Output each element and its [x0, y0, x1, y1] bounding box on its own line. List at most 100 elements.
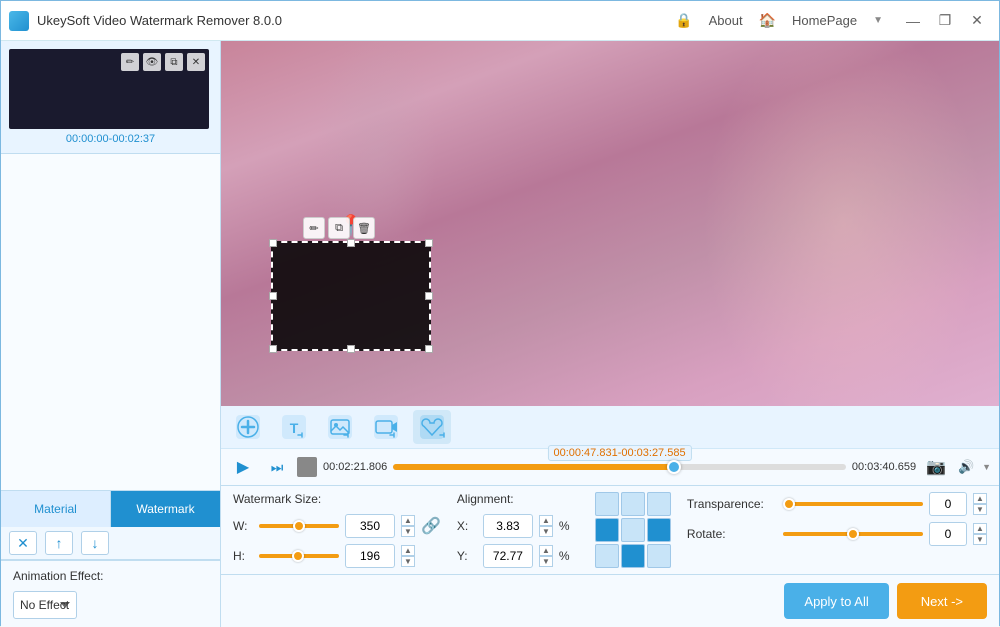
- transparency-slider[interactable]: [783, 502, 923, 506]
- y-row: Y: ▲ ▼ %: [457, 544, 579, 568]
- align-mid-left[interactable]: [595, 518, 619, 542]
- width-increment[interactable]: ▲: [401, 515, 415, 526]
- close-button[interactable]: ✕: [963, 9, 991, 33]
- right-area: 📍 ✏ ⧉ 🗑: [221, 41, 999, 627]
- list-controls: ✕ ↑ ↓: [1, 527, 220, 560]
- play-button[interactable]: ▶: [229, 453, 257, 481]
- add-text-button[interactable]: T: [275, 410, 313, 444]
- rotate-slider[interactable]: [783, 532, 923, 536]
- minimize-button[interactable]: —: [899, 9, 927, 33]
- material-tab[interactable]: Material: [1, 491, 111, 527]
- main-layout: ✏ 👁 ⧉ ✕ 00:00:00-00:02:37 Material Water…: [1, 41, 999, 627]
- watermark-selection-box[interactable]: 📍 ✏ ⧉ 🗑: [271, 241, 431, 351]
- dropdown-icon[interactable]: ▼: [873, 15, 883, 26]
- stop-button[interactable]: [297, 457, 317, 477]
- align-top-center[interactable]: [621, 492, 645, 516]
- wm-edit-button[interactable]: ✏: [303, 217, 325, 239]
- transparency-label: Transparence:: [687, 497, 777, 511]
- x-decrement[interactable]: ▼: [539, 526, 553, 537]
- thumb-edit-button[interactable]: ✏: [121, 53, 139, 71]
- thumbnail-time-label: 00:00:00-00:02:37: [9, 133, 212, 145]
- handle-top-mid[interactable]: [347, 239, 355, 247]
- height-decrement[interactable]: ▼: [401, 556, 415, 567]
- thumb-view-button[interactable]: 👁: [143, 53, 161, 71]
- transparency-row: Transparence: ▲ ▼: [687, 492, 987, 516]
- x-label: X:: [457, 519, 477, 533]
- screenshot-button[interactable]: 📷: [922, 453, 950, 481]
- move-up-button[interactable]: ↑: [45, 531, 73, 555]
- add-image-button[interactable]: [321, 410, 359, 444]
- rotate-increment[interactable]: ▲: [973, 523, 987, 534]
- handle-bot-right[interactable]: [425, 345, 433, 353]
- thumbnail-toolbar: ✏ 👁 ⧉ ✕: [121, 53, 205, 71]
- about-link[interactable]: About: [709, 13, 743, 28]
- height-input[interactable]: 196: [345, 544, 395, 568]
- handle-mid-left[interactable]: [269, 292, 277, 300]
- width-input[interactable]: 350: [345, 514, 395, 538]
- alignment-grid-container: [595, 492, 671, 568]
- add-watermark-button[interactable]: [229, 410, 267, 444]
- y-input[interactable]: [483, 544, 533, 568]
- next-button[interactable]: Next ->: [897, 583, 987, 619]
- file-list-area[interactable]: [1, 154, 220, 490]
- apply-to-all-button[interactable]: Apply to All: [784, 583, 888, 619]
- align-top-left[interactable]: [595, 492, 619, 516]
- thumb-dup-button[interactable]: ⧉: [165, 53, 183, 71]
- height-spinners: ▲ ▼: [401, 545, 415, 567]
- effects-section: Transparence: ▲ ▼ Rotate: ▲ ▼: [687, 492, 987, 546]
- move-down-button[interactable]: ↓: [81, 531, 109, 555]
- transparency-input[interactable]: [929, 492, 967, 516]
- handle-top-right[interactable]: [425, 239, 433, 247]
- y-increment[interactable]: ▲: [539, 545, 553, 556]
- align-bot-right[interactable]: [647, 544, 671, 568]
- align-top-right[interactable]: [647, 492, 671, 516]
- x-increment[interactable]: ▲: [539, 515, 553, 526]
- add-video-button[interactable]: [367, 410, 405, 444]
- animation-panel: Animation Effect: No Effect: [1, 560, 220, 627]
- watermark-size-section: Watermark Size: W: 350 ▲ ▼ 🔗 H: 196: [233, 492, 441, 568]
- align-bot-left[interactable]: [595, 544, 619, 568]
- animation-row: Animation Effect:: [13, 569, 208, 583]
- restore-button[interactable]: ❐: [931, 9, 959, 33]
- timeline-container[interactable]: 00:00:47.831-00:03:27.585: [393, 459, 846, 475]
- transparency-decrement[interactable]: ▼: [973, 504, 987, 515]
- add-clip-button[interactable]: [413, 410, 451, 444]
- lock-icon[interactable]: 🔗: [421, 516, 441, 536]
- transparency-increment[interactable]: ▲: [973, 493, 987, 504]
- handle-mid-right[interactable]: [425, 292, 433, 300]
- volume-button[interactable]: 🔊: [952, 453, 980, 481]
- align-mid-right[interactable]: [647, 518, 671, 542]
- play-next-button[interactable]: ⏭: [263, 453, 291, 481]
- align-bot-center[interactable]: [621, 544, 645, 568]
- playhead[interactable]: [667, 460, 681, 474]
- rotate-spinners: ▲ ▼: [973, 523, 987, 545]
- params-panel: Watermark Size: W: 350 ▲ ▼ 🔗 H: 196: [221, 485, 999, 574]
- animation-select[interactable]: No Effect: [13, 591, 77, 619]
- height-slider[interactable]: [259, 554, 339, 558]
- x-input[interactable]: [483, 514, 533, 538]
- title-bar: UkeySoft Video Watermark Remover 8.0.0 🔒…: [1, 1, 999, 41]
- timeline-filled: [393, 464, 674, 470]
- delete-item-button[interactable]: ✕: [9, 531, 37, 555]
- rotate-decrement[interactable]: ▼: [973, 534, 987, 545]
- handle-bot-mid[interactable]: [347, 345, 355, 353]
- y-spinners: ▲ ▼: [539, 545, 553, 567]
- handle-bot-left[interactable]: [269, 345, 277, 353]
- titlebar-nav: 🔒 About 🏠 HomePage ▼: [675, 12, 883, 29]
- width-decrement[interactable]: ▼: [401, 526, 415, 537]
- wm-dup-button[interactable]: ⧉: [328, 217, 350, 239]
- total-time-label: 00:03:40.659: [852, 461, 916, 473]
- handle-top-left[interactable]: [269, 239, 277, 247]
- height-increment[interactable]: ▲: [401, 545, 415, 556]
- homepage-link[interactable]: HomePage: [792, 13, 857, 28]
- thumb-del-button[interactable]: ✕: [187, 53, 205, 71]
- volume-dropdown-icon[interactable]: ▼: [982, 462, 991, 472]
- watermark-tab[interactable]: Watermark: [111, 491, 220, 527]
- current-time-label: 00:02:21.806: [323, 461, 387, 473]
- y-decrement[interactable]: ▼: [539, 556, 553, 567]
- rotate-input[interactable]: [929, 522, 967, 546]
- width-slider[interactable]: [259, 524, 339, 528]
- app-title: UkeySoft Video Watermark Remover 8.0.0: [37, 13, 675, 28]
- align-mid-center[interactable]: [621, 518, 645, 542]
- wm-del-button[interactable]: 🗑: [353, 217, 375, 239]
